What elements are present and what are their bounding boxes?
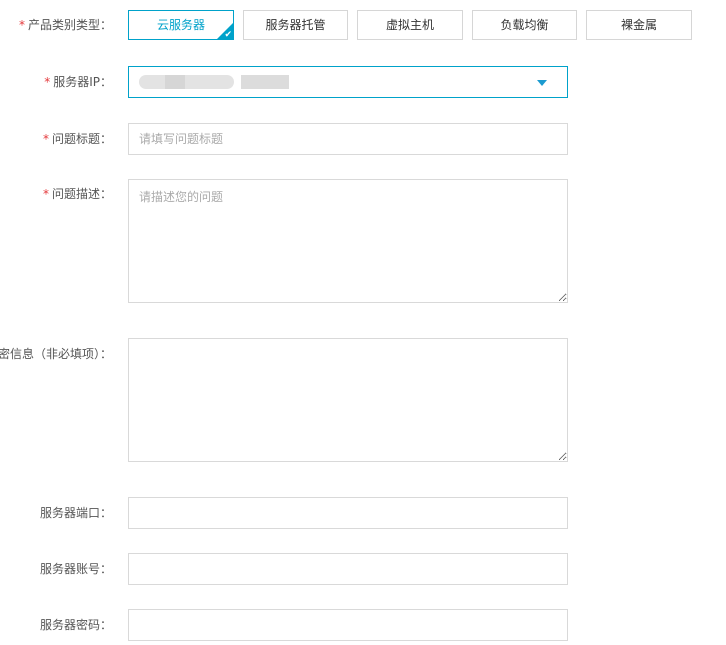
redacted-ip-block	[241, 75, 289, 89]
redacted-ip-block	[165, 75, 185, 89]
redacted-ip-block	[139, 75, 234, 89]
check-icon: ✔	[224, 30, 232, 40]
required-mark: *	[42, 132, 49, 146]
server-password-input[interactable]	[128, 609, 568, 641]
server-ip-select[interactable]	[128, 66, 568, 98]
issue-description-label: * 问题描述：	[42, 187, 112, 201]
required-mark: *	[42, 187, 49, 201]
product-type-load-balancer-button[interactable]: 负载均衡	[472, 10, 577, 40]
server-account-label: 服务器账号：	[39, 562, 112, 576]
product-type-colocation-button[interactable]: 服务器托管	[243, 10, 348, 40]
product-type-bare-metal-button[interactable]: 裸金属	[586, 10, 692, 40]
product-type-virtual-host-button[interactable]: 虚拟主机	[357, 10, 463, 40]
issue-title-label: * 问题标题：	[42, 132, 112, 146]
extra-info-textarea[interactable]	[128, 338, 568, 462]
extra-info-label: 密信息（非必填项）：	[0, 347, 112, 361]
issue-title-input[interactable]	[128, 123, 568, 155]
server-password-label: 服务器密码：	[39, 618, 112, 632]
server-account-input[interactable]	[128, 553, 568, 585]
product-type-label: * 产品类别类型：	[18, 18, 112, 32]
server-port-label: 服务器端口：	[39, 506, 112, 520]
dropdown-arrow-icon[interactable]	[537, 80, 547, 86]
issue-description-textarea[interactable]	[128, 179, 568, 303]
server-port-input[interactable]	[128, 497, 568, 529]
server-ip-label: * 服务器IP：	[44, 75, 112, 89]
required-mark: *	[18, 18, 25, 32]
product-type-cloud-server-button[interactable]: 云服务器 ✔	[128, 10, 234, 40]
required-mark: *	[44, 75, 51, 89]
